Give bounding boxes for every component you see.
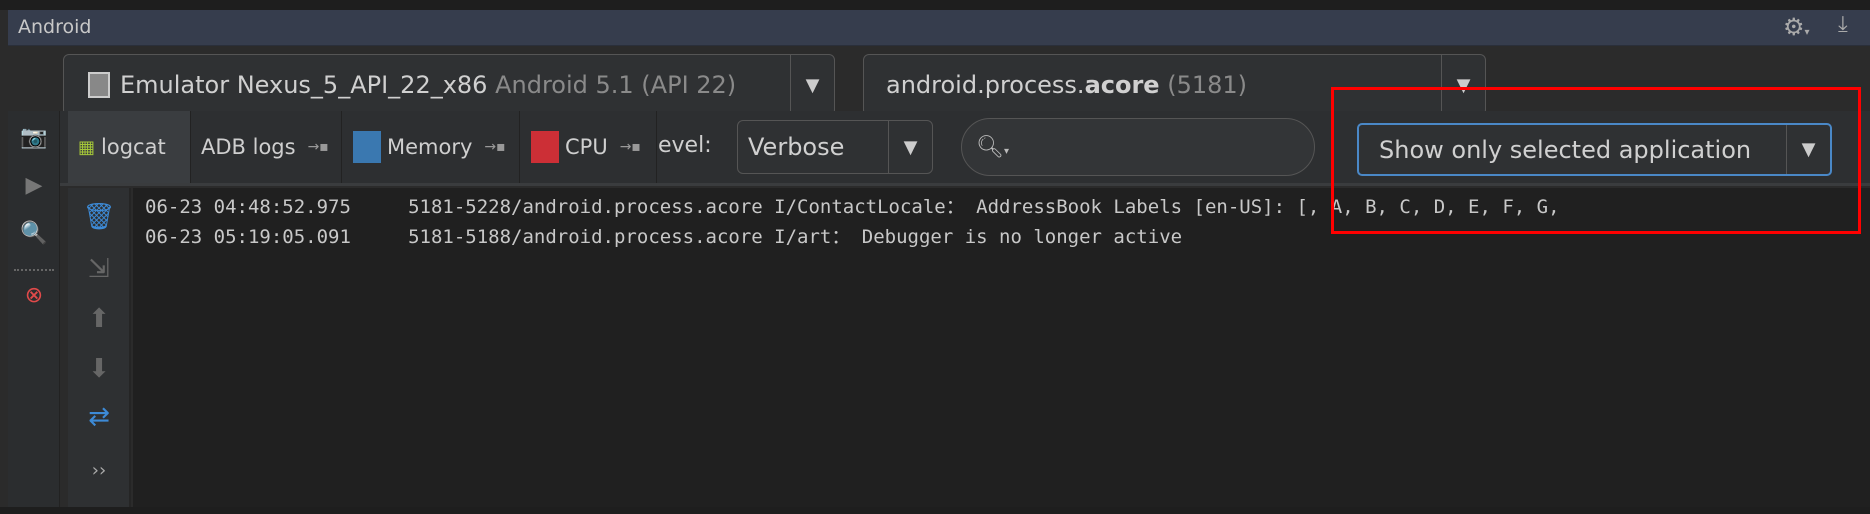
device-combo[interactable]: Emulator Nexus_5_API_22_x86 Android 5.1 … (63, 54, 835, 116)
log-level-value: Verbose (748, 133, 845, 161)
bottom-strip (0, 507, 1870, 514)
window-title: Android (18, 16, 92, 38)
tab-cpu[interactable]: CPU →▪ (521, 111, 657, 183)
hide-panel-icon[interactable]: ⤓ (1838, 12, 1848, 37)
tab-label: CPU (565, 135, 608, 159)
tab-label: ADB logs (201, 135, 296, 159)
process-prefix: android.process. (886, 71, 1085, 99)
pin-icon[interactable]: →▪ (484, 139, 505, 155)
highlight-box (1331, 87, 1861, 234)
camera-icon[interactable]: 📷 (14, 125, 54, 150)
left-toolbar: 📷 ▶ 🔍 ⊗ (8, 111, 60, 507)
logcat-side-toolbar: 🗑 ⇲ ⬆ ⬇ ⇄ ›› (68, 188, 131, 507)
arrow-up-icon[interactable]: ⬆ (79, 304, 119, 334)
soft-wrap-icon[interactable]: ⇄ (79, 402, 119, 432)
tab-adb-logs[interactable]: ADB logs →▪ (191, 111, 342, 183)
tab-label: logcat (101, 135, 166, 159)
arrow-down-icon[interactable]: ⬇ (79, 354, 119, 384)
device-icon (88, 72, 110, 98)
trash-icon[interactable]: 🗑 (79, 202, 119, 232)
device-version: Android 5.1 (API 22) (495, 71, 737, 99)
tab-label: Memory (387, 135, 473, 159)
cpu-icon (531, 131, 559, 163)
chevron-down-icon[interactable]: ▼ (790, 55, 834, 115)
search-icon: 🔍︎▾ (976, 134, 1009, 160)
record-icon[interactable]: ▶ (14, 173, 54, 198)
tool-window-header: Android ⚙▾ ⤓ (8, 10, 1870, 46)
device-name: Emulator Nexus_5_API_22_x86 (120, 71, 488, 99)
logcat-icon: ▦ (78, 136, 96, 158)
memory-icon (353, 131, 381, 163)
pin-icon[interactable]: →▪ (308, 139, 329, 155)
tab-logcat[interactable]: ▦ logcat (68, 111, 191, 183)
log-output[interactable]: 06-23 04:48:52.975 5181-5228/android.pro… (133, 188, 1870, 507)
gear-icon[interactable]: ⚙▾ (1783, 13, 1810, 41)
process-name: acore (1084, 71, 1160, 99)
search-input[interactable]: 🔍︎▾ (961, 118, 1315, 176)
terminate-icon[interactable]: ⊗ (14, 283, 54, 308)
chevron-down-icon[interactable]: ▼ (888, 121, 932, 173)
log-line: 06-23 05:19:05.091 5181-5188/android.pro… (145, 226, 1183, 248)
more-button[interactable]: ›› (79, 460, 119, 481)
level-label: evel: (658, 133, 712, 158)
log-level-select[interactable]: Verbose ▼ (737, 120, 933, 174)
divider (14, 269, 54, 271)
top-strip (0, 0, 1870, 10)
scroll-to-end-icon[interactable]: ⇲ (79, 254, 119, 284)
pin-icon[interactable]: →▪ (620, 139, 641, 155)
layout-inspector-icon[interactable]: 🔍 (14, 221, 54, 246)
tab-memory[interactable]: Memory →▪ (343, 111, 520, 183)
process-pid: (5181) (1167, 71, 1248, 99)
